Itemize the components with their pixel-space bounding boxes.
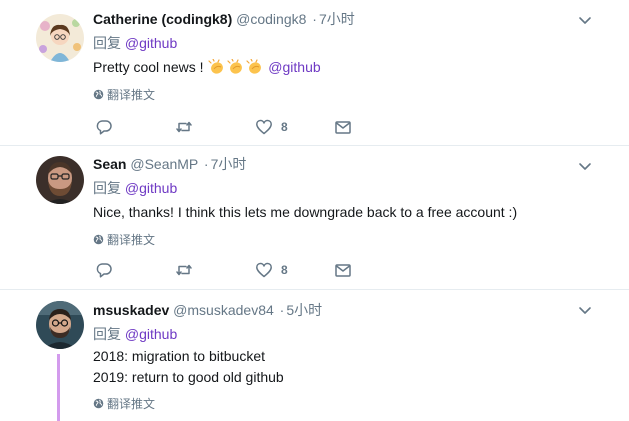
retweet-icon: [176, 121, 192, 133]
like-count: 8: [281, 120, 288, 134]
direct-message-button[interactable]: [334, 261, 352, 279]
tweet-header: msuskadev @msuskadev84 · 5小时: [93, 301, 322, 319]
globe-icon: [93, 234, 104, 245]
reply-to-link[interactable]: @github: [125, 326, 177, 342]
timestamp[interactable]: 7小时: [319, 11, 355, 27]
tweet-text: Pretty cool news ! @github: [93, 57, 321, 78]
heart-icon: [256, 262, 272, 278]
avatar[interactable]: [36, 14, 84, 62]
retweet-button[interactable]: [175, 118, 193, 136]
reply-prefix: 回复: [93, 326, 121, 342]
reply-context: 回复 @github: [93, 34, 177, 52]
reply-button[interactable]: [95, 261, 113, 279]
reply-context: 回复 @github: [93, 179, 177, 197]
tweet-header: Catherine (codingk8) @codingk8 · 7小时: [93, 10, 355, 28]
envelope-icon: [335, 121, 351, 134]
chevron-down-icon[interactable]: [577, 12, 593, 28]
reply-prefix: 回复: [93, 35, 121, 51]
mention-link[interactable]: @github: [268, 59, 320, 75]
author-handle[interactable]: @SeanMP: [130, 156, 198, 172]
tweet-actions: 8: [93, 118, 363, 136]
tweet-text: Nice, thanks! I think this lets me downg…: [93, 204, 518, 220]
separator-dot: ·: [312, 11, 317, 27]
translate-label[interactable]: 翻译推文: [107, 233, 155, 247]
like-button[interactable]: 8: [255, 261, 288, 279]
tweet-reply[interactable]: Sean @SeanMP · 7小时 回复 @github Nice, thank…: [0, 146, 629, 290]
translate-tweet-link[interactable]: 翻译推文: [93, 87, 155, 103]
separator-dot: ·: [279, 302, 285, 318]
translate-label[interactable]: 翻译推文: [107, 88, 155, 102]
reply-button[interactable]: [95, 118, 113, 136]
tweet-text-body: Pretty cool news !: [93, 59, 208, 75]
timestamp[interactable]: 5小时: [286, 302, 322, 318]
like-button[interactable]: 8: [255, 118, 288, 136]
tweet-reply[interactable]: msuskadev @msuskadev84 · 5小时 回复 @github 2…: [0, 290, 629, 421]
globe-icon: [93, 398, 104, 409]
direct-message-button[interactable]: [334, 118, 352, 136]
tweet-text-line: 2018: migration to bitbucket: [93, 348, 265, 364]
author-name[interactable]: Sean: [93, 156, 126, 172]
like-count: 8: [281, 263, 288, 277]
retweet-button[interactable]: [175, 261, 193, 279]
author-handle[interactable]: @msuskadev84: [173, 302, 274, 318]
timestamp[interactable]: 7小时: [211, 156, 247, 172]
retweet-icon: [176, 264, 192, 276]
chevron-down-icon[interactable]: [577, 302, 593, 318]
translate-tweet-link[interactable]: 翻译推文: [93, 232, 155, 248]
author-handle[interactable]: @codingk8: [236, 11, 306, 27]
translate-label[interactable]: 翻译推文: [107, 397, 155, 411]
reply-to-link[interactable]: @github: [125, 180, 177, 196]
avatar[interactable]: [36, 301, 84, 349]
tweet-actions: 8: [93, 261, 363, 279]
reply-icon: [96, 120, 112, 135]
author-name[interactable]: msuskadev: [93, 302, 169, 318]
translate-tweet-link[interactable]: 翻译推文: [93, 396, 155, 412]
clapping-hands-emoji: [208, 59, 224, 74]
reply-icon: [96, 263, 112, 278]
thread-connector-line: [57, 354, 60, 421]
avatar[interactable]: [36, 156, 84, 204]
separator-dot: ·: [203, 156, 209, 172]
tweet-reply[interactable]: Catherine (codingk8) @codingk8 · 7小时 回复 @…: [0, 0, 629, 146]
reply-to-link[interactable]: @github: [125, 35, 177, 51]
chevron-down-icon[interactable]: [577, 158, 593, 174]
globe-icon: [93, 89, 104, 100]
tweet-header: Sean @SeanMP · 7小时: [93, 155, 246, 173]
author-name[interactable]: Catherine (codingk8): [93, 11, 232, 27]
reply-prefix: 回复: [93, 180, 121, 196]
clapping-hands-emoji: [246, 59, 262, 74]
envelope-icon: [335, 264, 351, 277]
reply-context: 回复 @github: [93, 325, 177, 343]
tweet-text-line: 2019: return to good old github: [93, 369, 284, 385]
tweet-text: 2018: migration to bitbucket 2019: retur…: [93, 346, 284, 388]
clapping-hands-emoji: [227, 59, 243, 74]
heart-icon: [256, 119, 272, 135]
